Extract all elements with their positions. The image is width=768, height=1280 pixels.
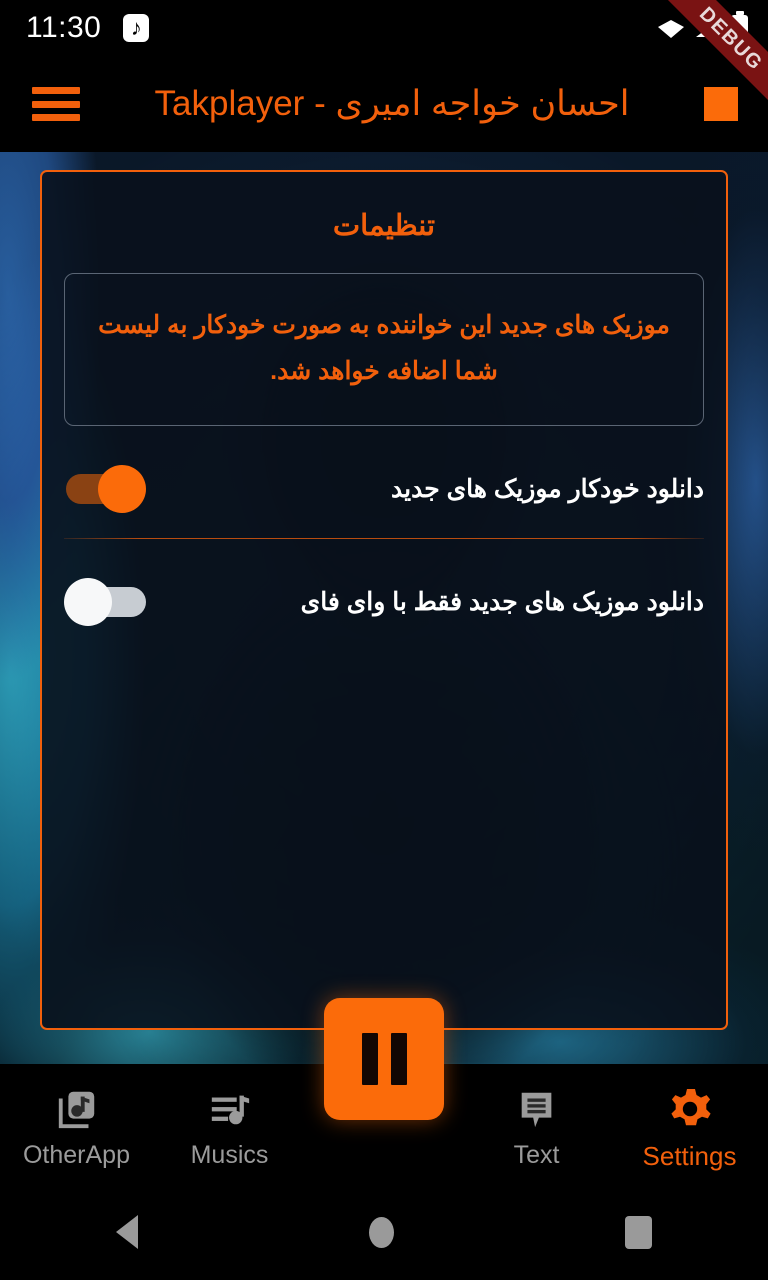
status-clock: 11:30	[26, 11, 102, 44]
toggle-thumb	[98, 464, 146, 513]
nav-label-musics: Musics	[190, 1141, 269, 1169]
android-system-navigation	[0, 1184, 768, 1280]
setting-row-auto-download: دانلود خودکار موزیک های جدید	[42, 460, 726, 518]
gear-icon	[667, 1086, 713, 1132]
cellular-signal-icon	[694, 17, 722, 39]
pause-bar-right	[390, 1033, 407, 1085]
nav-label-text: Text	[513, 1141, 560, 1169]
page-title: احسان خواجه امیری - Takplayer	[154, 84, 630, 123]
app-screen: 11:30 ♪ DEBUG احسان خواجه امیری - Takpla…	[0, 0, 768, 1280]
nav-label-otherapp: OtherApp	[22, 1141, 130, 1169]
music-note-icon: ♪	[121, 13, 151, 43]
wifi-icon	[657, 17, 685, 39]
nav-label-settings: Settings	[642, 1141, 737, 1171]
nav-item-settings[interactable]: Settings	[613, 1064, 766, 1169]
setting-label-wifi-only: دانلود موزیک های جدید فقط با وای فای	[300, 587, 704, 616]
auto-download-new-music-toggle[interactable]	[64, 464, 146, 513]
settings-panel: تنظیمات موزیک های جدید این خواننده به صو…	[40, 170, 728, 1030]
wifi-only-download-toggle[interactable]	[64, 577, 146, 626]
battery-icon	[731, 14, 748, 42]
back-triangle-icon[interactable]	[115, 1215, 138, 1249]
auto-add-notice-box: موزیک های جدید این خواننده به صورت خودکا…	[64, 273, 704, 426]
settings-divider	[64, 537, 704, 539]
queue-music-icon	[207, 1086, 253, 1132]
pause-bar-left	[361, 1033, 378, 1085]
app-bar: احسان خواجه امیری - Takplayer	[0, 56, 768, 152]
recents-square-icon[interactable]	[625, 1215, 653, 1249]
settings-panel-title: تنظیمات	[332, 210, 436, 242]
nav-item-musics[interactable]: Musics	[153, 1064, 306, 1168]
library-music-icon	[54, 1086, 100, 1132]
nav-item-otherapp[interactable]: OtherApp	[0, 1064, 153, 1168]
toggle-thumb	[64, 577, 112, 626]
setting-label-auto-download: دانلود خودکار موزیک های جدید	[391, 474, 704, 503]
home-circle-icon[interactable]	[368, 1216, 394, 1248]
hamburger-menu-icon[interactable]	[32, 87, 80, 121]
auto-add-notice-text: موزیک های جدید این خواننده به صورت خودکا…	[98, 311, 670, 386]
stop-square-icon[interactable]	[704, 87, 738, 121]
status-bar: 11:30 ♪	[0, 0, 768, 56]
pause-icon[interactable]	[324, 998, 444, 1120]
comment-text-icon	[514, 1086, 560, 1132]
setting-row-wifi-only: دانلود موزیک های جدید فقط با وای فای	[42, 573, 726, 631]
nav-item-text[interactable]: Text	[460, 1064, 613, 1168]
